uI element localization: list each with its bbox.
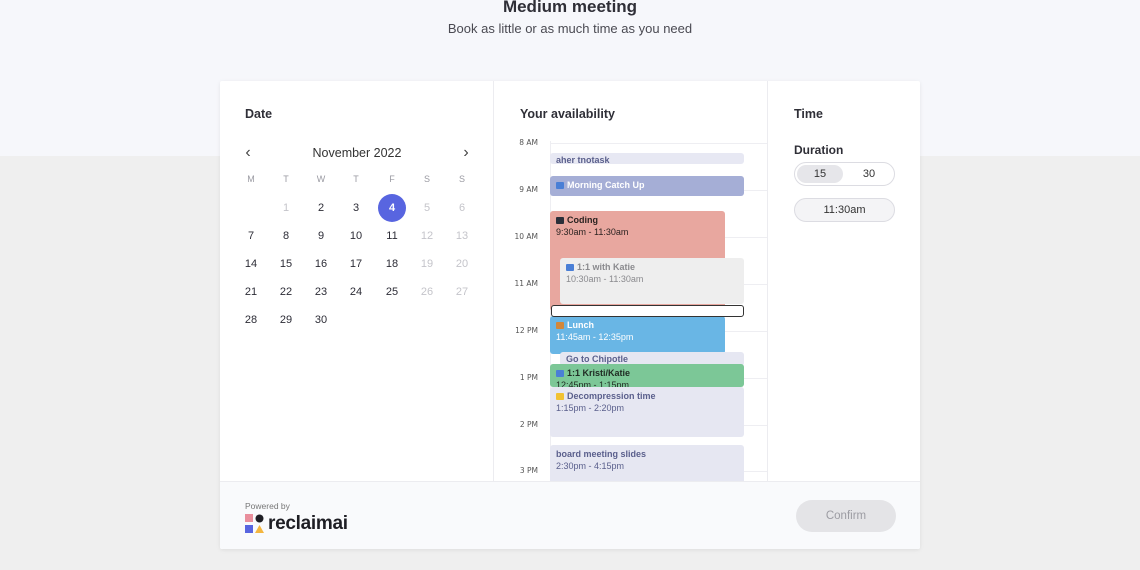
calendar-day[interactable]: 17 — [342, 250, 370, 278]
hour-label: 8 AM — [519, 138, 538, 147]
time-column: Time Duration 15 30 11:30am — [768, 81, 920, 481]
weekday-label: W — [316, 174, 326, 184]
event-title: 1:1 Kristi/Katie — [567, 368, 631, 378]
event-lunch[interactable]: Lunch 11:45am - 12:35pm — [550, 316, 725, 354]
weekday-label: F — [389, 174, 395, 184]
event-time: 2:30pm - 4:15pm — [556, 461, 625, 471]
hour-label: 10 AM — [514, 232, 538, 241]
event-title: Lunch — [567, 320, 594, 330]
event-decompress[interactable]: Decompression time 1:15pm - 2:20pm — [550, 387, 744, 437]
hour-label: 3 PM — [519, 466, 538, 475]
calendar-icon — [556, 370, 564, 377]
confirm-button[interactable]: Confirm — [796, 500, 896, 532]
selected-slot-outline[interactable] — [551, 305, 744, 317]
calendar-day[interactable]: 3 — [342, 194, 370, 222]
duration-label: Duration — [794, 143, 844, 157]
calendar-day[interactable]: 22 — [272, 278, 300, 306]
date-column: Date ‹ November 2022 › MTWTFSS1234567891… — [220, 81, 494, 481]
event-kristi[interactable]: 1:1 Kristi/Katie 12:45pm - 1:15pm — [550, 364, 744, 387]
weekday-label: S — [458, 174, 465, 184]
calendar-day[interactable]: 9 — [307, 222, 335, 250]
calendar-day[interactable]: 21 — [237, 278, 265, 306]
calendar-day: 26 — [420, 286, 434, 298]
duration-toggle: 15 30 — [794, 162, 895, 186]
event-title: Go to Chipotle — [566, 354, 628, 364]
reclaim-logo: reclaimai — [245, 513, 375, 535]
event-time: 10:30am - 11:30am — [566, 274, 644, 284]
event-time: 1:15pm - 2:20pm — [556, 403, 625, 413]
time-title: Time — [794, 107, 823, 121]
event-time: 12:45pm - 1:15pm — [556, 380, 630, 387]
hour-label: 11 AM — [514, 279, 538, 288]
calendar-day[interactable]: 14 — [237, 250, 265, 278]
calendar-day[interactable]: 8 — [272, 222, 300, 250]
calendar-day[interactable]: 30 — [307, 306, 335, 334]
calendar-day[interactable]: 7 — [237, 222, 265, 250]
calendar-day: 20 — [455, 258, 469, 270]
page-subtitle: Book as little or as much time as you ne… — [447, 21, 693, 36]
hour-label: 12 PM — [515, 326, 538, 335]
calendar-month-label: November 2022 — [312, 146, 402, 160]
event-title: Decompression time — [567, 391, 656, 401]
calendar-day[interactable]: 10 — [342, 222, 370, 250]
calendar-day: 19 — [420, 258, 434, 270]
footer: Powered by reclaimai Confirm — [220, 481, 920, 549]
calendar-day[interactable]: 28 — [237, 306, 265, 334]
calendar-day[interactable]: 18 — [378, 250, 406, 278]
event-title: Morning Catch Up — [567, 180, 645, 190]
duration-option-15[interactable]: 15 — [797, 165, 843, 183]
weekday-label: S — [423, 174, 430, 184]
calendar-day[interactable]: 15 — [272, 250, 300, 278]
calendar-day[interactable]: 11 — [378, 222, 406, 250]
calendar-day: 1 — [282, 202, 290, 214]
event-morning[interactable]: Morning Catch Up — [550, 176, 744, 196]
calendar-icon — [556, 182, 564, 189]
brand-name: reclaimai — [268, 513, 348, 534]
hour-label: 1 PM — [519, 373, 538, 382]
weekday-label: T — [283, 174, 289, 184]
hour-label: 2 PM — [519, 420, 538, 429]
booking-card: Date ‹ November 2022 › MTWTFSS1234567891… — [220, 81, 920, 549]
time-slot-button[interactable]: 11:30am — [794, 198, 895, 222]
chevron-right-icon[interactable]: › — [458, 145, 474, 161]
calendar-icon — [566, 264, 574, 271]
event-board[interactable]: board meeting slides 2:30pm - 4:15pm — [550, 445, 744, 481]
calendar-day: 13 — [455, 230, 469, 242]
powered-by-label: Powered by — [245, 501, 290, 511]
calendar-day: 12 — [420, 230, 434, 242]
calendar-day[interactable]: 23 — [307, 278, 335, 306]
event-title: aher tnotask — [556, 155, 610, 164]
event-title: board meeting slides — [556, 449, 647, 459]
event-katie[interactable]: 1:1 with Katie 10:30am - 11:30am — [560, 258, 744, 304]
sunglasses-icon — [556, 393, 564, 400]
calendar-day: 5 — [423, 202, 431, 214]
calendar-day: 6 — [458, 202, 466, 214]
weekday-label: M — [247, 174, 255, 184]
availability-title: Your availability — [520, 107, 615, 121]
event-time: 11:45am - 12:35pm — [556, 332, 634, 342]
calendar-day[interactable]: 16 — [307, 250, 335, 278]
event-aher[interactable]: aher tnotask — [550, 153, 744, 164]
chevron-left-icon[interactable]: ‹ — [240, 145, 256, 161]
page-title: Medium meeting — [502, 0, 638, 16]
event-title: 1:1 with Katie — [577, 262, 636, 272]
event-time: 9:30am - 11:30am — [556, 227, 629, 237]
calendar-day[interactable]: 25 — [378, 278, 406, 306]
date-title: Date — [245, 107, 273, 121]
calendar-day[interactable]: 24 — [342, 278, 370, 306]
duration-option-30[interactable]: 30 — [846, 165, 892, 183]
calendar-day-selected[interactable]: 4 — [378, 194, 406, 222]
hour-label: 9 AM — [519, 185, 538, 194]
calendar-day[interactable]: 29 — [272, 306, 300, 334]
food-icon — [556, 322, 564, 329]
weekday-label: T — [353, 174, 359, 184]
hour-gridline — [550, 143, 767, 144]
calendar-day[interactable]: 2 — [307, 194, 335, 222]
availability-column: Your availability 8 AM 9 AM 10 AM 11 AM 12 P… — [494, 81, 768, 481]
calendar-day: 27 — [455, 286, 469, 298]
event-title: Coding — [567, 215, 598, 225]
reclaim-logo-mark-icon — [245, 514, 264, 533]
computer-icon — [556, 217, 564, 224]
